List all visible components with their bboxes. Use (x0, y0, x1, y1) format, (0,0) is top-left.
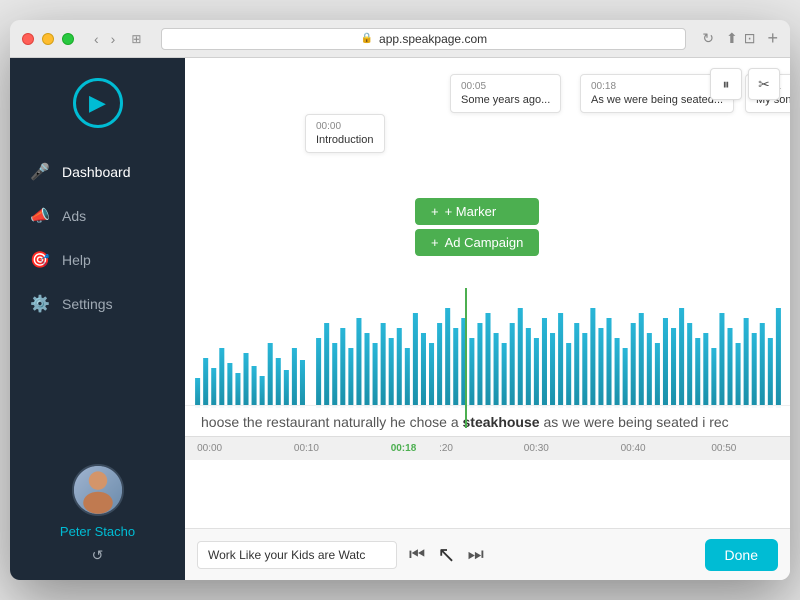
address-bar[interactable]: 🔒 app.speakpage.com (161, 28, 686, 50)
scissors-button[interactable]: ✂ (748, 68, 780, 100)
segment-time: 00:05 (461, 81, 550, 92)
back-button[interactable]: ‹ (90, 29, 103, 49)
timeline-bar: 00:00 00:10 00:18 :20 00:30 00:40 00:50 (185, 436, 790, 460)
pause-button[interactable]: ⏸ (710, 68, 742, 100)
minimize-button[interactable] (42, 33, 54, 45)
segments-row: 00:00 Introduction 00:05 Some years ago.… (185, 74, 790, 164)
tick-0040: 00:40 (621, 443, 646, 454)
segment-time: 00:18 (591, 81, 723, 92)
ad-campaign-button[interactable]: + Ad Campaign (415, 229, 539, 256)
tick-0050: 00:50 (711, 443, 736, 454)
rewind-icon: ⏮ (409, 544, 425, 565)
titlebar: ‹ › ⊞ 🔒 app.speakpage.com ↻ ⬆ ⊡ + (10, 20, 790, 58)
lock-icon: 🔒 (361, 33, 373, 44)
playhead (465, 288, 467, 428)
segment-1[interactable]: 00:05 Some years ago... (450, 74, 561, 113)
editor-toolbar: ⏸ ✂ (710, 68, 780, 100)
done-button[interactable]: Done (705, 539, 778, 571)
forward-button[interactable]: › (107, 29, 120, 49)
ads-label: Ads (62, 208, 86, 224)
plus-icon: + (431, 235, 439, 250)
add-tab-button[interactable]: + (767, 28, 778, 49)
segment-text: Some years ago... (461, 94, 550, 106)
logo-icon: ▶ (89, 90, 106, 116)
transcript-before: hoose the restaurant naturally he chose … (201, 414, 463, 430)
forward-button[interactable]: ⏭ (468, 544, 484, 565)
marker-button[interactable]: + + Marker (415, 198, 539, 225)
segment-time: 00:00 (316, 121, 374, 132)
transcript-highlight: steakhouse (463, 414, 540, 430)
tick-0030: 00:30 (524, 443, 549, 454)
settings-label: Settings (62, 296, 113, 312)
sidebar-nav: 🎤 Dashboard 📣 Ads 🎯 Help ⚙️ Settings (10, 152, 185, 324)
marker-popup: + + Marker + Ad Campaign (415, 198, 539, 256)
segment-text: Introduction (316, 134, 373, 146)
tick-0000: 00:00 (197, 443, 222, 454)
segment-intro[interactable]: 00:00 Introduction (305, 114, 385, 153)
episode-title: Work Like your Kids are Watc (197, 541, 397, 569)
bottom-controls: Work Like your Kids are Watc ⏮ ↖ ⏭ Done (185, 528, 790, 580)
refresh-icon[interactable]: ↺ (92, 547, 104, 564)
transcript-text: hoose the restaurant naturally he chose … (185, 405, 790, 438)
settings-icon: ⚙️ (30, 294, 50, 314)
refresh-button[interactable]: ↻ (702, 30, 714, 47)
plus-icon: + (431, 204, 439, 219)
editor-area: ⏸ ✂ 00:00 Introduction 00:05 Some years … (185, 58, 790, 528)
sidebar-item-help[interactable]: 🎯 Help (10, 240, 185, 280)
new-tab-button[interactable]: ⊡ (744, 30, 756, 47)
ads-icon: 📣 (30, 206, 50, 226)
cursor-button[interactable]: ↖ (437, 542, 455, 568)
main-content: ⏸ ✂ 00:00 Introduction 00:05 Some years … (185, 58, 790, 580)
sidebar-item-dashboard[interactable]: 🎤 Dashboard (10, 152, 185, 192)
logo: ▶ (73, 78, 123, 128)
help-icon: 🎯 (30, 250, 50, 270)
url-text: app.speakpage.com (379, 32, 487, 46)
tick-0018: 00:18 (391, 443, 417, 454)
tick-0010: 00:10 (294, 443, 319, 454)
forward-icon: ⏭ (468, 544, 484, 565)
avatar (72, 464, 124, 516)
sidebar-item-settings[interactable]: ⚙️ Settings (10, 284, 185, 324)
sidebar: ▶ 🎤 Dashboard 📣 Ads 🎯 Help ⚙️ Settings (10, 58, 185, 580)
share-button[interactable]: ⬆ (726, 30, 738, 47)
dashboard-label: Dashboard (62, 164, 131, 180)
microphone-icon: 🎤 (30, 162, 50, 182)
layout-button[interactable]: ⊞ (127, 30, 145, 48)
marker-label: + Marker (445, 204, 497, 219)
help-label: Help (62, 252, 91, 268)
sidebar-footer: Peter Stacho ↺ (60, 464, 135, 580)
ad-campaign-label: Ad Campaign (445, 235, 524, 250)
maximize-button[interactable] (62, 33, 74, 45)
close-button[interactable] (22, 33, 34, 45)
segment-text: As we were being seated... (591, 94, 723, 106)
app-body: ▶ 🎤 Dashboard 📣 Ads 🎯 Help ⚙️ Settings (10, 58, 790, 580)
user-name: Peter Stacho (60, 524, 135, 539)
transcript-after: as we were being seated i rec (540, 414, 729, 430)
sidebar-item-ads[interactable]: 📣 Ads (10, 196, 185, 236)
cursor-icon: ↖ (437, 542, 455, 568)
tick-0020: :20 (439, 443, 453, 454)
app-window: ‹ › ⊞ 🔒 app.speakpage.com ↻ ⬆ ⊡ + ▶ 🎤 Da… (10, 20, 790, 580)
rewind-button[interactable]: ⏮ (409, 544, 425, 565)
